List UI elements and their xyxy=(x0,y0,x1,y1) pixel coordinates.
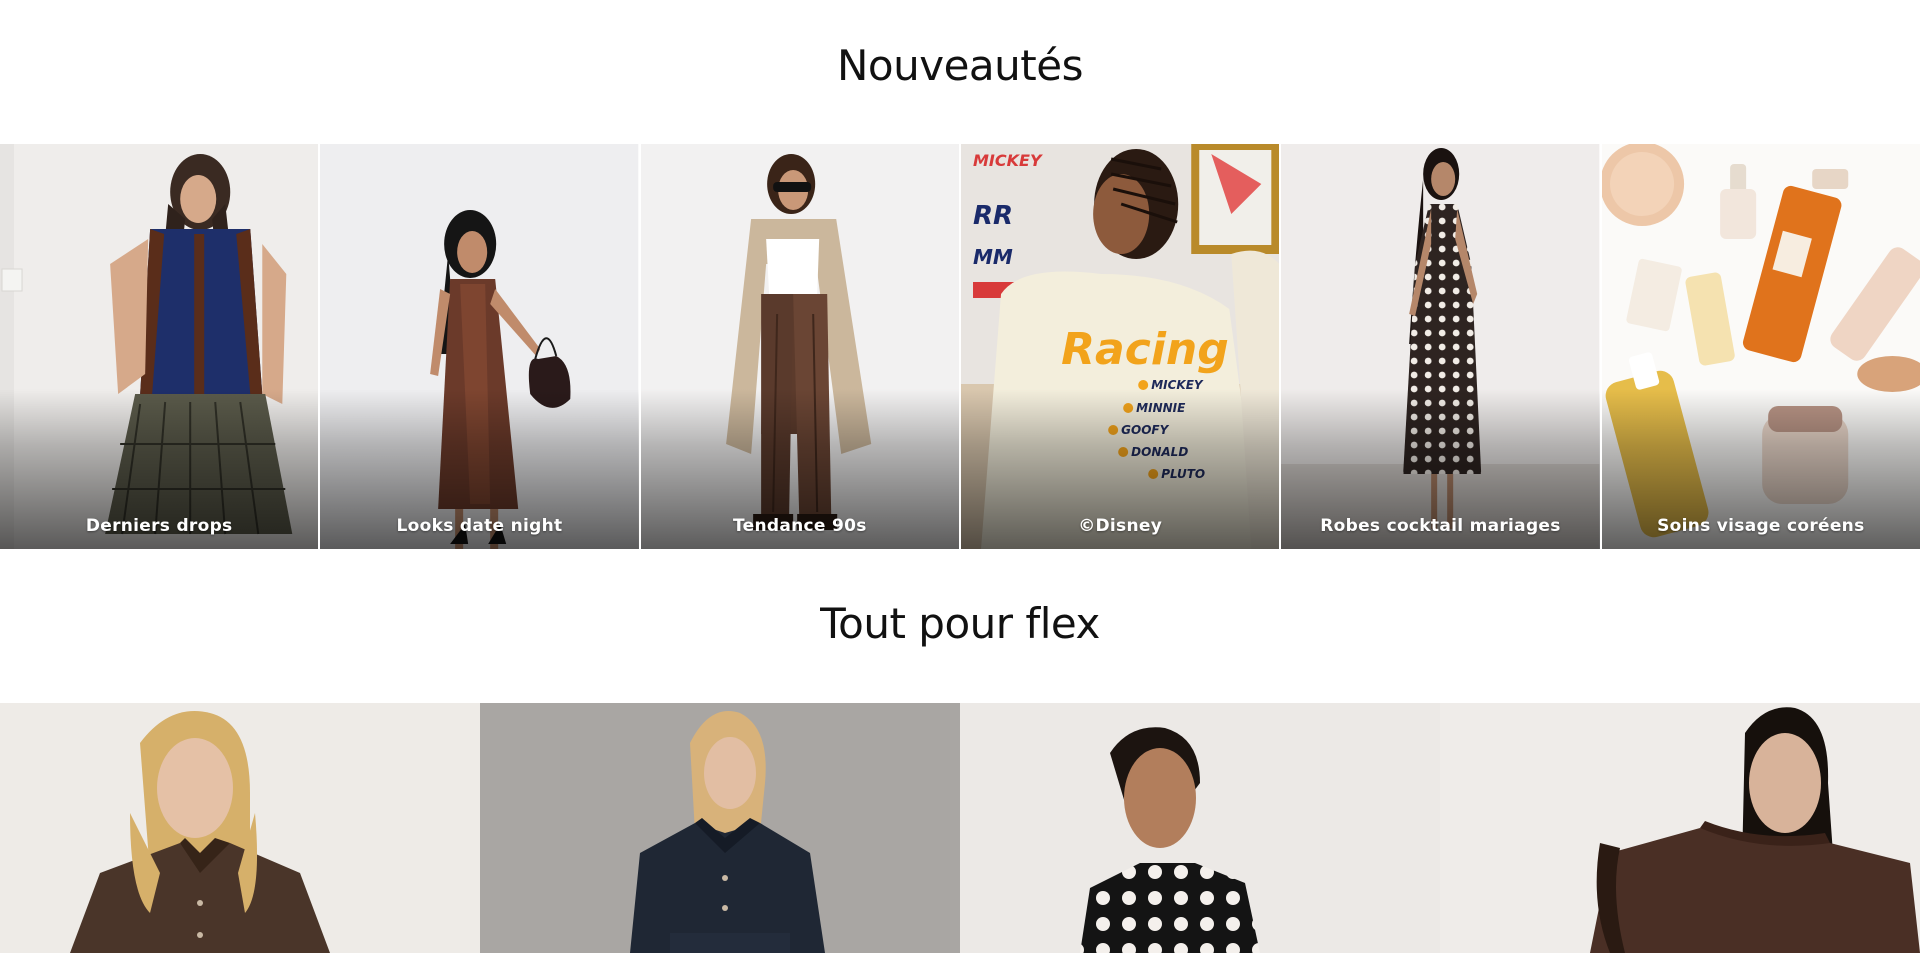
svg-text:MICKEY: MICKEY xyxy=(973,151,1043,170)
tile-tendance-90s[interactable]: Tendance 90s xyxy=(640,144,959,549)
tile-disney[interactable]: MICKEY RR MM Racing MICKEY MINNIE GOOFY … xyxy=(960,144,1280,549)
denim-set-image xyxy=(480,703,960,953)
tile-derniers-drops[interactable]: Derniers drops xyxy=(0,144,319,549)
tile-label: Soins visage coréens xyxy=(1657,516,1865,536)
new-arrivals-carousel: Derniers drops Looks date night Tendance… xyxy=(0,144,1920,549)
svg-text:RR: RR xyxy=(973,201,1013,231)
tile-label: Derniers drops xyxy=(85,516,233,536)
tile-robes-cocktail-mariages[interactable]: Robes cocktail mariages xyxy=(1281,144,1600,549)
tile-label: Robes cocktail mariages xyxy=(1320,516,1561,536)
tile-soins-visage-coreens[interactable]: Soins visage coréens xyxy=(1601,144,1920,549)
svg-text:MM: MM xyxy=(973,245,1013,269)
tile-chocolate-denim-shirt[interactable] xyxy=(0,703,480,953)
svg-text:Racing: Racing xyxy=(1061,324,1229,375)
denim-shirt-image xyxy=(0,703,480,953)
section-title-tout-pour-flex: Tout pour flex xyxy=(820,599,1100,648)
tile-label: ©Disney xyxy=(1078,516,1163,536)
polka-and-sweatshirt-image xyxy=(960,703,1920,953)
tile-polka-dot-top-and-brown-sweatshirt[interactable] xyxy=(960,703,1920,953)
tile-label: Looks date night xyxy=(396,516,563,536)
tile-dark-denim-set[interactable] xyxy=(480,703,960,953)
flex-products-row xyxy=(0,703,1920,953)
tile-label: Tendance 90s xyxy=(733,516,867,536)
section-title-nouveautes: Nouveautés xyxy=(837,41,1083,90)
tile-looks-date-night[interactable]: Looks date night xyxy=(320,144,639,549)
